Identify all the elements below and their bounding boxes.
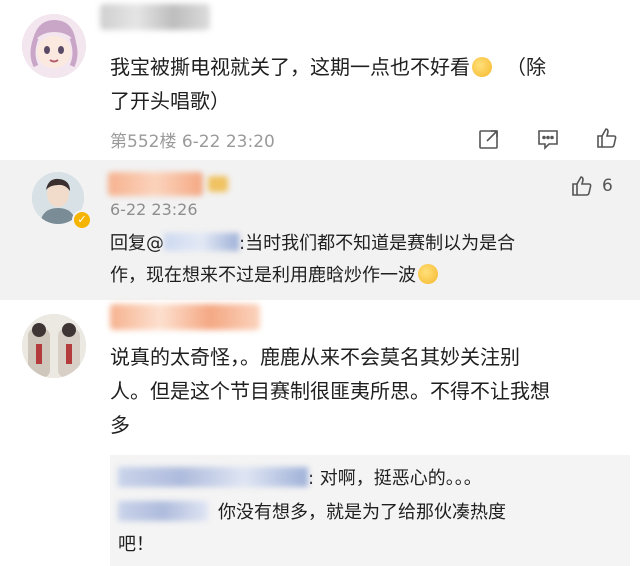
- verified-badge: ✓: [72, 210, 92, 230]
- reply-comment: ✓ 6-22 23:26 6 回复@:当时我们都不知道是赛制以为是合 作，现在想…: [0, 160, 640, 300]
- thumbs-up-icon: [572, 176, 592, 196]
- user-badge: [208, 176, 228, 192]
- username-redacted[interactable]: [100, 4, 210, 30]
- comment-text: 我宝被撕电视就关了，这期一点也不好看 （除 了开头唱歌）: [110, 55, 546, 113]
- like-button[interactable]: 6: [570, 174, 613, 198]
- sub-reply[interactable]: : 对啊，挺恶心的。。。: [118, 463, 618, 495]
- mention-redacted[interactable]: [164, 233, 239, 251]
- shushing-face-emoji: [472, 57, 492, 77]
- comment-text: 说真的太奇怪，。鹿鹿从来不会莫名其妙关注别 人。但是这个节目赛制很匪夷所思。不得…: [110, 345, 550, 437]
- comment-1: 我宝被撕电视就关了，这期一点也不好看 （除 了开头唱歌） 第552楼 6-22 2…: [0, 0, 640, 160]
- tears-of-joy-emoji: [418, 264, 438, 284]
- comment-icon: [538, 130, 558, 150]
- reply-meta: 6-22 23:26: [110, 200, 198, 219]
- comment-3: 说真的太奇怪，。鹿鹿从来不会莫名其妙关注别 人。但是这个节目赛制很匪夷所思。不得…: [0, 300, 640, 566]
- comment-button[interactable]: [533, 124, 563, 154]
- comment-meta: 第552楼 6-22 23:20: [110, 132, 275, 152]
- user-avatar[interactable]: [22, 314, 86, 378]
- user-avatar[interactable]: [22, 14, 86, 78]
- username-redacted[interactable]: [110, 304, 260, 330]
- share-button[interactable]: [474, 124, 504, 154]
- sub-reply[interactable]: 你没有想多，就是为了给那伙凑热度 吧！: [118, 497, 618, 561]
- like-button[interactable]: [592, 123, 622, 153]
- sub-replies-box: : 对啊，挺恶心的。。。 你没有想多，就是为了给那伙凑热度 吧！: [110, 455, 630, 566]
- username-redacted[interactable]: [118, 501, 208, 521]
- thumbs-up-icon: [597, 128, 617, 148]
- like-count: 6: [602, 176, 613, 196]
- username-redacted[interactable]: [118, 467, 308, 487]
- reply-text: 回复@:当时我们都不知道是赛制以为是合 作，现在想来不过是利用鹿晗炒作一波: [110, 233, 516, 286]
- share-icon: [479, 130, 498, 149]
- username-redacted[interactable]: [108, 172, 203, 196]
